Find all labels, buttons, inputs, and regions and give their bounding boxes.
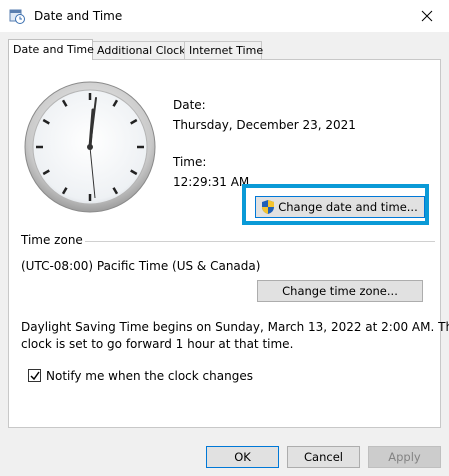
- time-zone-section-label: Time zone: [21, 233, 83, 247]
- dst-text-line1: Daylight Saving Time begins on Sunday, M…: [21, 320, 449, 334]
- close-button[interactable]: [405, 0, 449, 32]
- time-value: 12:29:31 AM: [173, 175, 250, 189]
- cancel-button[interactable]: Cancel: [287, 446, 360, 468]
- dst-text-line2: clock is set to go forward 1 hour at tha…: [21, 337, 294, 351]
- time-label: Time:: [173, 155, 207, 169]
- change-date-and-time-button[interactable]: Change date and time...: [255, 196, 425, 218]
- window-title: Date and Time: [34, 9, 123, 23]
- checkmark-icon: [30, 371, 40, 381]
- notify-checkbox[interactable]: [28, 369, 41, 382]
- change-time-zone-button[interactable]: Change time zone...: [257, 280, 423, 302]
- title-bar: Date and Time: [0, 0, 449, 32]
- ok-button[interactable]: OK: [206, 446, 279, 468]
- apply-button[interactable]: Apply: [368, 446, 441, 468]
- time-zone-value: (UTC-08:00) Pacific Time (US & Canada): [21, 259, 261, 273]
- time-zone-divider: [85, 241, 435, 242]
- tab-date-and-time[interactable]: Date and Time: [8, 39, 94, 60]
- close-icon: [421, 10, 433, 22]
- notify-label[interactable]: Notify me when the clock changes: [46, 369, 253, 383]
- uac-shield-icon: [261, 199, 275, 221]
- analog-clock: [23, 80, 157, 217]
- tab-additional-clocks[interactable]: Additional Clocks: [92, 41, 191, 59]
- date-value: Thursday, December 23, 2021: [173, 118, 356, 132]
- date-time-app-icon: [9, 8, 25, 24]
- tab-panel: Date: Thursday, December 23, 2021 Time: …: [8, 59, 449, 428]
- change-date-and-time-label: Change date and time...: [278, 200, 418, 214]
- tab-internet-time[interactable]: Internet Time: [184, 41, 263, 59]
- date-label: Date:: [173, 98, 206, 112]
